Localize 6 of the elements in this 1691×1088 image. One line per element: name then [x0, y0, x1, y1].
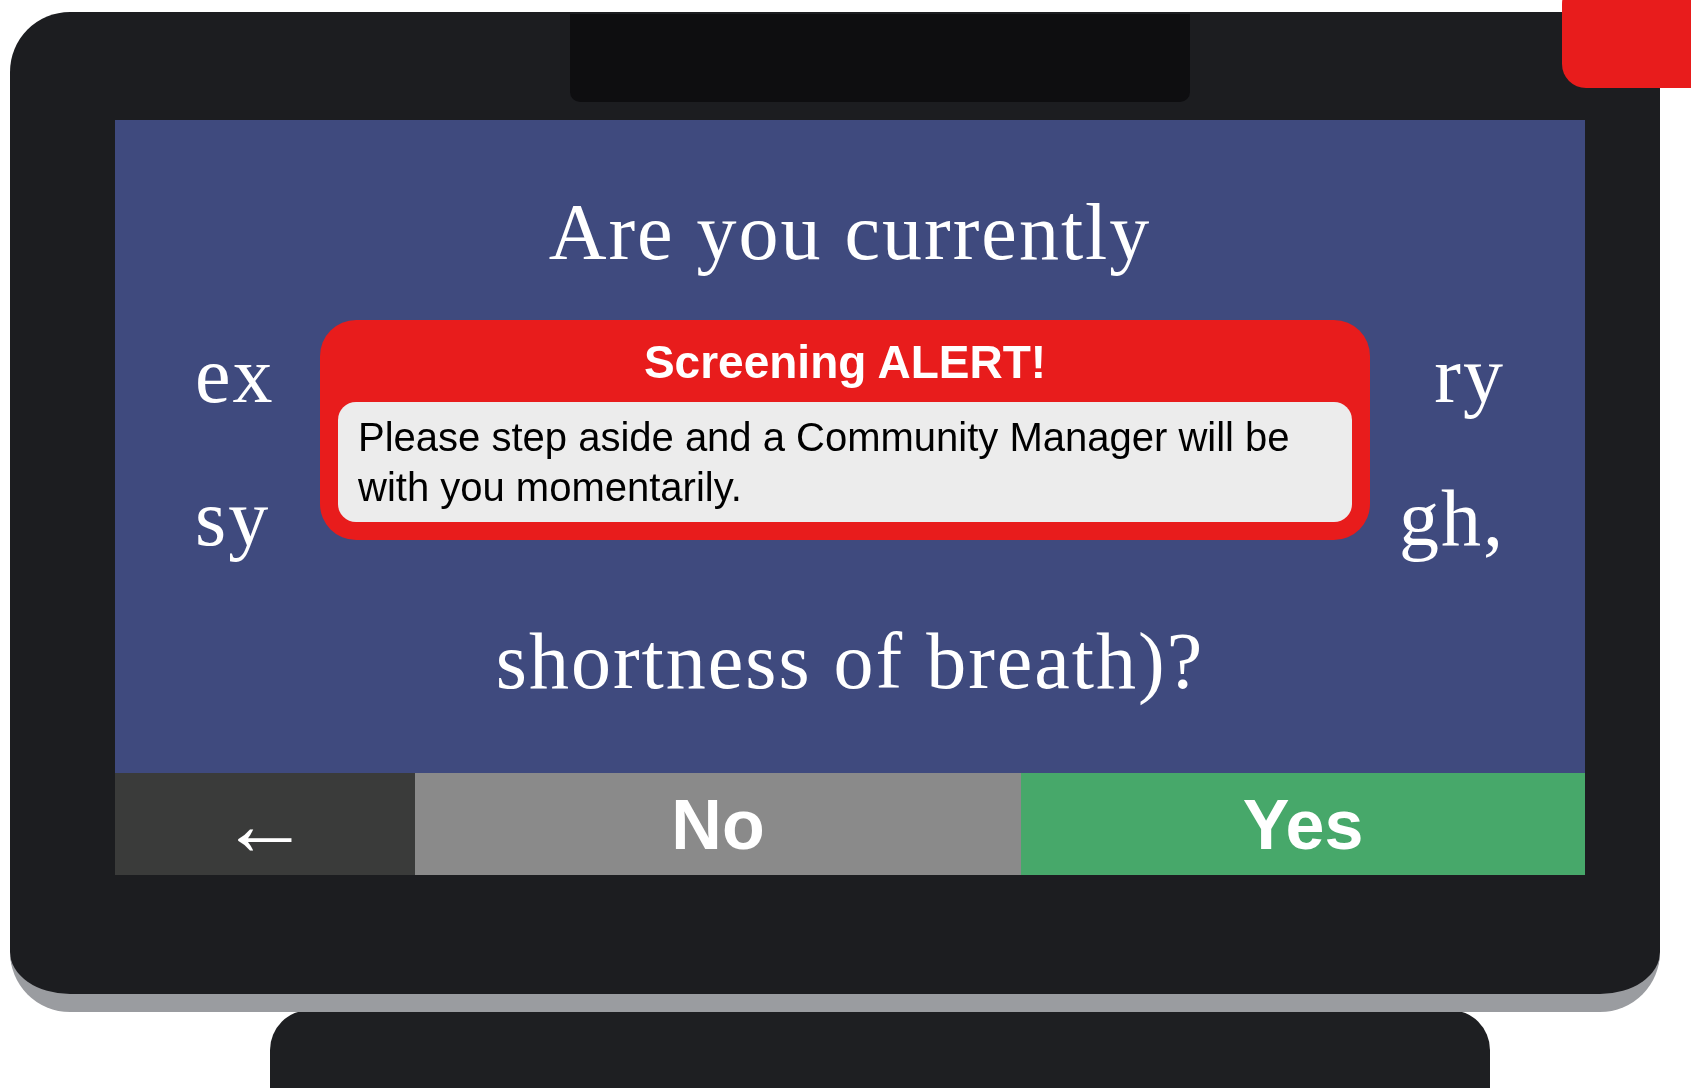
alert-title: Screening ALERT! [643, 335, 1047, 390]
question-text: ex [195, 334, 275, 415]
back-button[interactable]: ← [115, 773, 415, 875]
alert-message: Please step aside and a Community Manager will be with you momentarily. [338, 401, 1352, 522]
no-button[interactable]: No [415, 773, 1021, 875]
yes-button[interactable]: Yes [1021, 773, 1585, 875]
